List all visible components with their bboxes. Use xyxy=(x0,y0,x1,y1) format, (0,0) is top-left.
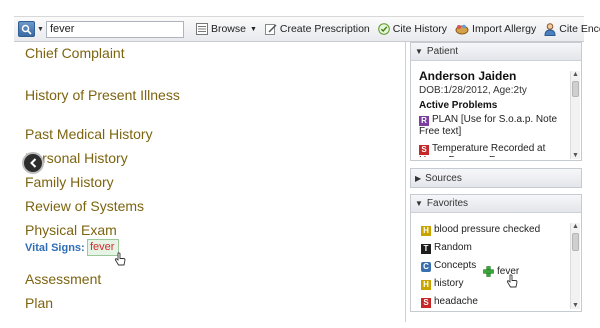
toolbar: ▼ Browse ▼ Create Prescription Cite Hist… xyxy=(14,16,600,42)
patient-panel-scrollbar[interactable]: ▲ ▼ xyxy=(570,71,580,159)
favorite-item[interactable]: Hhistory xyxy=(421,278,463,290)
scrollbar-thumb[interactable] xyxy=(572,81,579,97)
section-family-history[interactable]: Family History xyxy=(25,174,114,190)
favorite-badge: T xyxy=(421,244,431,254)
problem-badge: S xyxy=(419,145,429,155)
doctor-icon xyxy=(544,22,556,36)
favorites-scrollbar[interactable]: ▲ ▼ xyxy=(570,223,580,309)
import-allergy-label: Import Allergy xyxy=(472,23,537,35)
scroll-up-icon: ▲ xyxy=(572,223,579,230)
search-type-button[interactable]: ▼ xyxy=(18,19,44,39)
browse-label: Browse xyxy=(210,23,246,35)
patient-panel-title: Patient xyxy=(426,46,459,57)
favorite-badge: H xyxy=(421,226,431,236)
search-icon xyxy=(18,21,35,37)
chevron-down-icon: ▼ xyxy=(249,25,257,33)
chevron-down-icon: ▼ xyxy=(415,199,423,208)
hand-cursor-icon xyxy=(506,274,518,288)
vital-signs-label: Vital Signs: xyxy=(25,242,85,254)
hand-cursor-icon xyxy=(114,252,126,266)
favorite-badge: S xyxy=(421,298,431,308)
problem-badge: R xyxy=(419,116,429,126)
favorite-text: history xyxy=(434,278,464,289)
patient-panel-header[interactable]: ▼ Patient xyxy=(411,43,581,61)
favorites-panel-header[interactable]: ▼ Favorites xyxy=(411,195,581,213)
scrollbar-thumb[interactable] xyxy=(572,233,579,251)
active-problems-heading: Active Problems xyxy=(419,100,498,111)
allergy-icon xyxy=(455,24,469,35)
plus-icon xyxy=(483,266,494,277)
patient-name: Anderson Jaiden xyxy=(419,69,517,83)
section-chief-complaint[interactable]: Chief Complaint xyxy=(25,45,125,61)
section-plan[interactable]: Plan xyxy=(25,295,53,311)
collapse-panel-button[interactable] xyxy=(22,152,44,174)
chevron-left-icon xyxy=(29,158,36,168)
create-prescription-button[interactable]: Create Prescription xyxy=(261,19,374,39)
import-allergy-button[interactable]: Import Allergy xyxy=(451,19,540,39)
sources-panel: ▶ Sources xyxy=(410,168,582,188)
cite-history-label: Cite History xyxy=(392,23,448,35)
favorite-item[interactable]: C Concepts xyxy=(421,260,476,272)
scroll-down-icon: ▼ xyxy=(572,302,579,309)
favorite-item[interactable]: T Random xyxy=(421,242,472,254)
problem-text: Temperature Recorded at Home Degrees F xyxy=(419,143,546,157)
section-assessment[interactable]: Assessment xyxy=(25,271,101,287)
problem-text: PLAN [Use for S.o.a.p. Note Free text] xyxy=(419,114,558,137)
pencil-icon xyxy=(264,24,277,35)
scroll-down-icon: ▼ xyxy=(572,152,579,159)
patient-panel: ▼ Patient Anderson Jaiden DOB:1/28/2012,… xyxy=(410,42,582,161)
favorite-text: headache xyxy=(434,296,478,307)
problem-item[interactable]: STemperature Recorded at Home Degrees F xyxy=(419,143,567,157)
problem-item[interactable]: R PLAN [Use for S.o.a.p. Note Free text] xyxy=(419,114,567,138)
favorite-item[interactable]: Hblood pressure checked xyxy=(421,224,540,236)
favorite-text: blood pressure checked xyxy=(434,224,541,235)
browse-icon xyxy=(195,23,208,35)
chevron-right-icon: ▶ xyxy=(415,173,422,183)
favorites-panel: ▼ Favorites Hblood pressure checked T Ran… xyxy=(410,194,582,312)
note-editor[interactable]: Chief Complaint History of Present Illne… xyxy=(14,42,406,322)
sources-panel-title: Sources xyxy=(425,172,462,184)
chevron-down-icon: ▼ xyxy=(415,47,423,56)
patient-dob: DOB:1/28/2012, Age:2ty xyxy=(419,85,527,96)
search-input[interactable] xyxy=(45,20,184,38)
chevron-down-icon: ▼ xyxy=(37,25,44,33)
section-physical-exam[interactable]: Physical Exam xyxy=(25,222,117,238)
section-review-of-systems[interactable]: Review of Systems xyxy=(25,198,144,214)
section-history-present-illness[interactable]: History of Present Illness xyxy=(25,87,180,103)
cite-history-button[interactable]: Cite History xyxy=(374,19,451,39)
browse-button[interactable]: Browse ▼ xyxy=(192,19,261,39)
create-prescription-label: Create Prescription xyxy=(279,23,370,35)
favorite-badge: C xyxy=(421,262,431,272)
favorites-panel-title: Favorites xyxy=(426,198,469,209)
cite-encounter-button[interactable]: Cite Encounter xyxy=(540,19,600,39)
scroll-up-icon: ▲ xyxy=(572,71,579,78)
favorite-text: Concepts xyxy=(434,260,477,271)
sources-panel-header[interactable]: ▶ Sources xyxy=(411,169,581,187)
favorite-item[interactable]: Sheadache xyxy=(421,296,478,308)
check-circle-icon xyxy=(377,23,390,35)
cite-encounter-label: Cite Encounter xyxy=(559,23,600,35)
section-past-medical-history[interactable]: Past Medical History xyxy=(25,126,153,142)
favorite-badge: H xyxy=(421,280,431,290)
favorite-text: Random xyxy=(434,242,472,253)
